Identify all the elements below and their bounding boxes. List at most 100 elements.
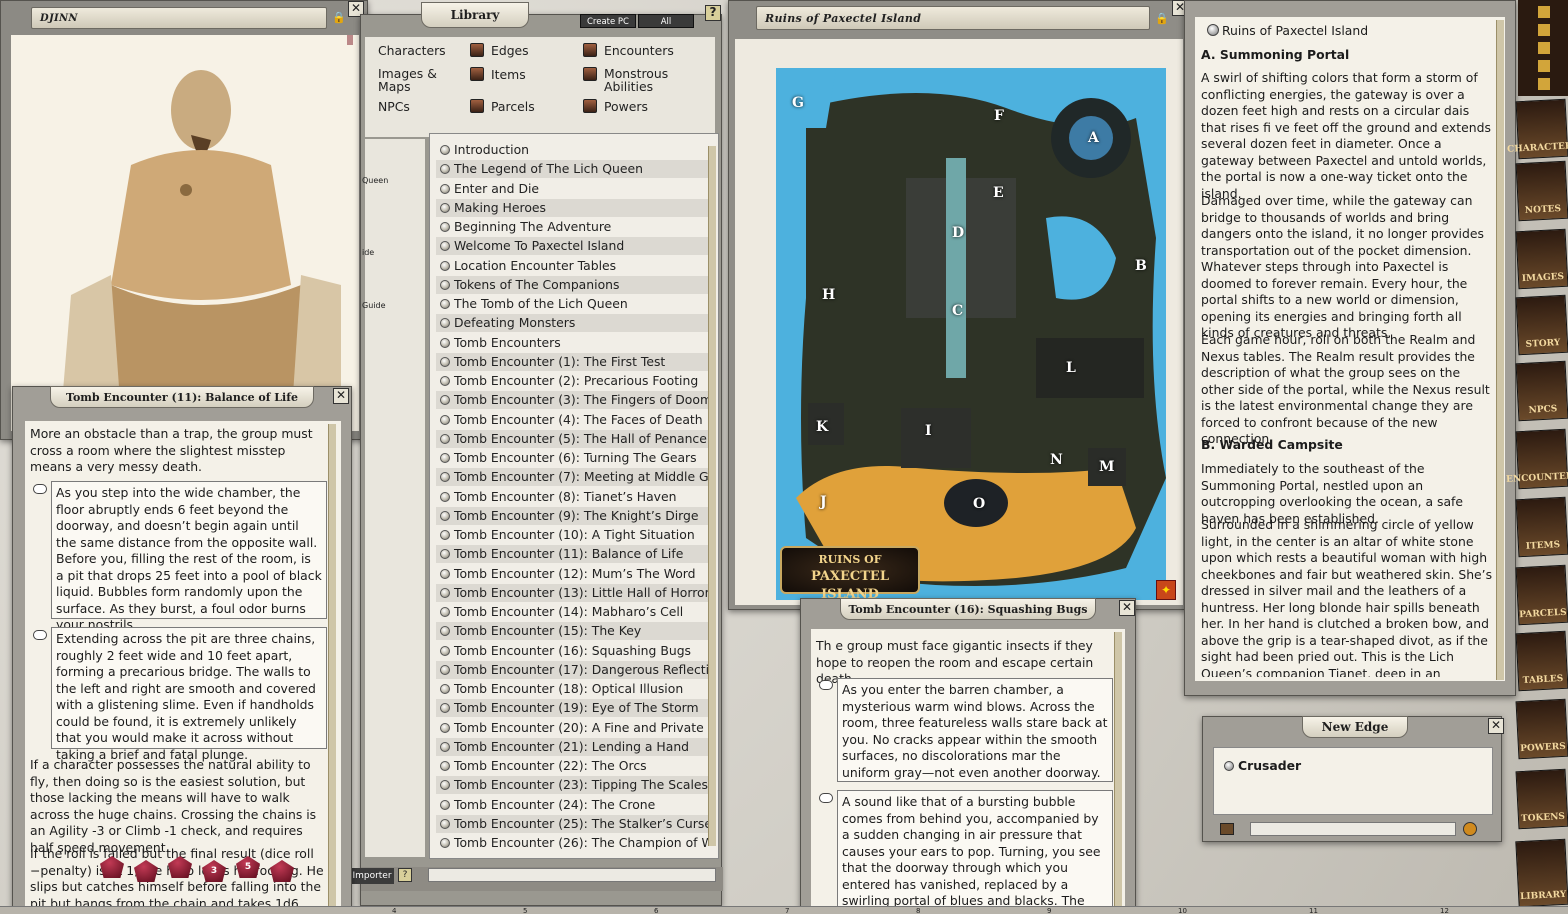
die-icon[interactable]: 5 [236, 856, 260, 878]
help-icon[interactable]: ? [705, 5, 721, 21]
sidebar-button-npcs[interactable]: NPCS [1515, 360, 1568, 422]
chapter-item[interactable]: Beginning The Adventure [436, 218, 708, 236]
chapter-item[interactable]: Introduction [436, 141, 708, 159]
chapter-item[interactable]: Tomb Encounter (14): Mabharo’s Cell [436, 603, 708, 621]
sidebar-button-parcels[interactable]: PARCELS [1515, 564, 1568, 626]
map-grid-toggle-icon[interactable]: ✦ [1156, 580, 1176, 600]
chapter-item[interactable]: Tokens of The Companions [436, 275, 708, 294]
category-powers[interactable]: Powers [604, 99, 648, 115]
chapter-item[interactable]: Tomb Encounter (5): The Hall of Penance [436, 429, 708, 448]
category-characters[interactable]: Characters [378, 43, 446, 59]
encounter11-scrollbar[interactable] [328, 424, 336, 912]
chapter-item[interactable]: Tomb Encounters [436, 334, 708, 352]
chapter-item[interactable]: Tomb Encounter (20): A Fine and Private … [436, 719, 708, 737]
island-map[interactable] [776, 68, 1166, 600]
chapter-item[interactable]: Tomb Encounter (18): Optical Illusion [436, 680, 708, 698]
chapter-item[interactable]: Tomb Encounter (1): The First Test [436, 352, 708, 371]
sidebar-control-icon[interactable] [1538, 42, 1550, 54]
chapter-item[interactable]: Enter and Die [436, 180, 708, 198]
die-icon[interactable] [168, 856, 192, 878]
book-entry-fragment[interactable]: Guide [362, 301, 386, 310]
chapter-item[interactable]: Tomb Encounter (3): The Fingers of Doom [436, 391, 708, 410]
chapter-item[interactable]: The Legend of The Lich Queen [436, 160, 708, 179]
chapter-item[interactable]: Tomb Encounter (15): The Key [436, 622, 708, 641]
chapter-item[interactable]: Tomb Encounter (21): Lending a Hand [436, 737, 708, 756]
lock-icon[interactable]: 🔒 [1155, 12, 1169, 26]
chapter-scrollbar[interactable] [708, 146, 716, 846]
category-npcs[interactable]: NPCs [378, 99, 410, 115]
category-images-maps[interactable]: Images & Maps [378, 67, 448, 93]
chapter-item[interactable]: Making Heroes [436, 198, 708, 217]
importer-help-icon[interactable]: ? [398, 868, 412, 882]
close-icon[interactable]: ✕ [1488, 718, 1504, 734]
chapter-item[interactable]: Tomb Encounter (4): The Faces of Death [436, 411, 708, 429]
story-scrollbar[interactable] [1496, 20, 1504, 680]
chapter-item[interactable]: Tomb Encounter (12): Mum’s The Word [436, 565, 708, 583]
chapter-item[interactable]: Tomb Encounter (25): The Stalker’s Curse [436, 814, 708, 833]
edge-link-icon[interactable] [1224, 761, 1234, 771]
close-icon[interactable]: ✕ [1119, 600, 1135, 616]
sidebar-button-images[interactable]: IMAGES [1515, 228, 1568, 290]
story-link[interactable]: Ruins of Paxectel Island [1222, 23, 1368, 40]
lock-icon[interactable]: 🔒 [332, 11, 346, 25]
sidebar-button-tables[interactable]: TABLES [1515, 630, 1568, 692]
encounter16-scrollbar[interactable] [1114, 632, 1122, 912]
all-button[interactable]: All [638, 14, 694, 28]
chapter-item[interactable]: Tomb Encounter (22): The Orcs [436, 757, 708, 775]
category-items[interactable]: Items [491, 67, 526, 83]
sidebar-button-characters[interactable]: CHARACTERS [1507, 98, 1568, 160]
die-icon[interactable] [134, 860, 158, 882]
resize-pin[interactable] [347, 35, 353, 45]
dice-tray[interactable]: 35 [100, 856, 310, 886]
die-icon[interactable] [270, 860, 294, 882]
chapter-item[interactable]: Tomb Encounter (17): Dangerous Reflectio… [436, 660, 708, 679]
chapter-item[interactable]: Tomb Encounter (2): Precarious Footing [436, 372, 708, 390]
chapter-item[interactable]: The Tomb of the Lich Queen [436, 295, 708, 313]
library-search-field[interactable] [428, 868, 716, 882]
die-icon[interactable]: 3 [202, 860, 226, 882]
category-encounters[interactable]: Encounters [604, 43, 674, 59]
chapter-item[interactable]: Welcome To Paxectel Island [436, 237, 708, 256]
sidebar-button-powers[interactable]: POWERS [1515, 698, 1568, 760]
chapter-item[interactable]: Tomb Encounter (16): Squashing Bugs [436, 642, 708, 660]
chapter-item[interactable]: Tomb Encounter (23): Tipping The Scales [436, 776, 708, 795]
category-edges[interactable]: Edges [491, 43, 529, 59]
sidebar-button-story[interactable]: STORY [1515, 294, 1568, 356]
sidebar-button-items[interactable]: ITEMS [1515, 496, 1568, 558]
chapter-item[interactable]: Tomb Encounter (26): The Champion of Wo [436, 834, 708, 852]
sidebar-control-icon[interactable] [1538, 78, 1550, 90]
sidebar-button-encounters[interactable]: ENCOUNTERS [1506, 428, 1568, 490]
djinn-window[interactable]: DJINN 🔒 ✕ [0, 0, 368, 440]
die-icon[interactable] [100, 856, 124, 878]
sidebar-button-tokens[interactable]: TOKENS [1515, 768, 1568, 830]
chapter-item[interactable]: Tomb Encounter (24): The Crone [436, 796, 708, 814]
edge-description-field[interactable] [1250, 822, 1456, 836]
edge-edit-icon[interactable] [1463, 822, 1477, 836]
chapter-item[interactable]: Tomb Encounter (10): A Tight Situation [436, 526, 708, 544]
category-monstrous-abilities[interactable]: Monstrous Abilities [604, 67, 676, 93]
chapter-item[interactable]: Tomb Encounter (19): Eye of The Storm [436, 699, 708, 718]
map-label-e: E [993, 185, 1004, 201]
chapter-item[interactable]: Tomb Encounter (9): The Knight’s Dirge [436, 506, 708, 525]
chapter-item[interactable]: Tomb Encounter (8): Tianet’s Haven [436, 488, 708, 506]
sidebar-control-icon[interactable] [1538, 24, 1550, 36]
importer-button[interactable]: Importer [350, 868, 394, 884]
library-tab[interactable]: Library [421, 2, 529, 28]
create-pc-button[interactable]: Create PC [580, 14, 636, 28]
book-entry-fragment[interactable]: ide [362, 248, 374, 257]
close-icon[interactable]: ✕ [333, 388, 349, 404]
edge-book-icon[interactable] [1220, 823, 1234, 835]
sidebar-control-icon[interactable] [1538, 6, 1550, 18]
chapter-item[interactable]: Tomb Encounter (13): Little Hall of Horr… [436, 583, 708, 602]
category-parcels[interactable]: Parcels [491, 99, 535, 115]
story-link-icon[interactable] [1207, 24, 1219, 36]
sidebar-button-library[interactable]: LIBRARY [1515, 838, 1568, 908]
chapter-item[interactable]: Location Encounter Tables [436, 257, 708, 275]
sidebar-button-notes[interactable]: NOTES [1515, 160, 1568, 222]
chapter-item[interactable]: Defeating Monsters [436, 314, 708, 333]
chapter-item[interactable]: Tomb Encounter (6): Turning The Gears [436, 449, 708, 467]
book-entry-fragment[interactable]: Queen [362, 176, 388, 185]
sidebar-control-icon[interactable] [1538, 60, 1550, 72]
chapter-item[interactable]: Tomb Encounter (11): Balance of Life [436, 545, 708, 564]
chapter-item[interactable]: Tomb Encounter (7): Meeting at Middle Gr… [436, 468, 708, 487]
